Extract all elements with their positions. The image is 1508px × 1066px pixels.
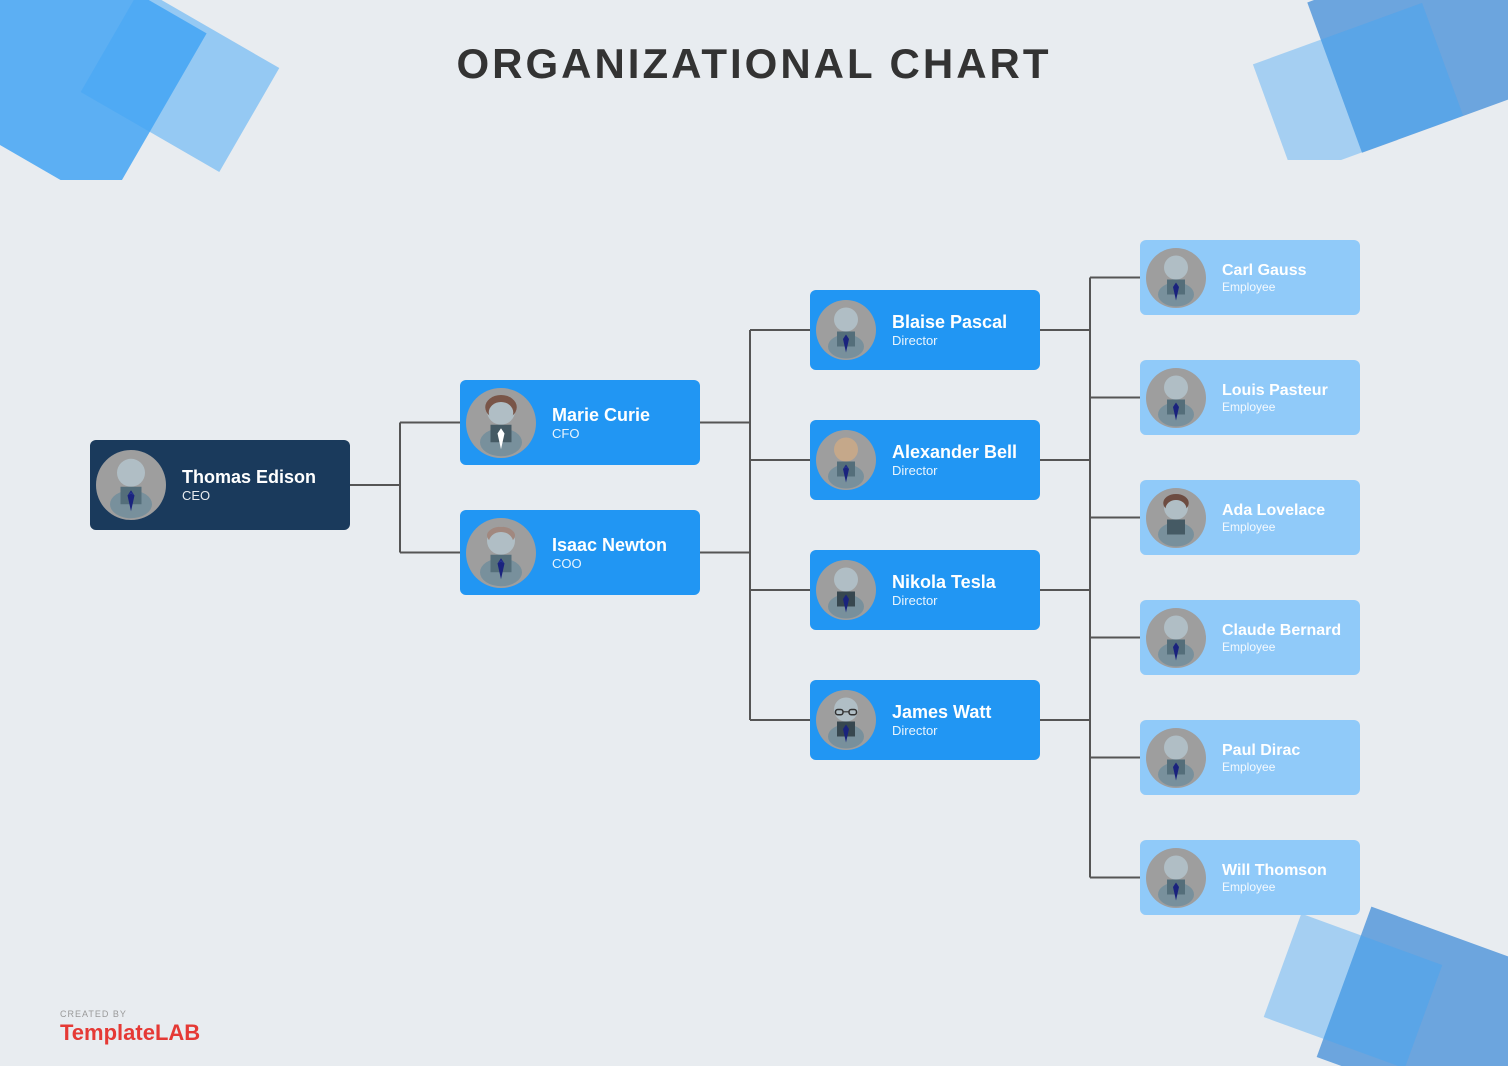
pascal-name: Blaise Pascal: [892, 312, 1007, 333]
dirac-name: Paul Dirac: [1222, 742, 1300, 760]
avatar-gauss: [1146, 248, 1206, 308]
footer-brand: TemplateLAB: [60, 1020, 200, 1046]
footer-created-by: CREATED BY: [60, 1009, 200, 1020]
coo-text: Isaac Newton COO: [542, 535, 667, 571]
avatar-cfo: [466, 388, 536, 458]
person-icon-tesla: [816, 560, 876, 620]
tesla-name: Nikola Tesla: [892, 572, 996, 593]
footer-lab: LAB: [155, 1020, 200, 1045]
thomson-role: Employee: [1222, 880, 1327, 894]
person-icon-bell: [816, 430, 876, 490]
avatar-bell: [816, 430, 876, 490]
lovelace-role: Employee: [1222, 520, 1325, 534]
ceo-text: Thomas Edison CEO: [172, 467, 316, 503]
avatar-thomson: [1146, 848, 1206, 908]
ceo-name: Thomas Edison: [182, 467, 316, 488]
watt-role: Director: [892, 723, 991, 738]
gauss-role: Employee: [1222, 280, 1306, 294]
avatar-pascal: [816, 300, 876, 360]
coo-role: COO: [552, 556, 667, 571]
node-employee-gauss: Carl Gauss Employee: [1140, 240, 1360, 315]
cfo-name: Marie Curie: [552, 405, 650, 426]
bernard-text: Claude Bernard Employee: [1212, 622, 1341, 654]
person-icon-coo: [466, 518, 536, 588]
person-icon-bernard: [1146, 608, 1206, 668]
gauss-text: Carl Gauss Employee: [1212, 262, 1306, 294]
node-employee-pasteur: Louis Pasteur Employee: [1140, 360, 1360, 435]
bell-text: Alexander Bell Director: [882, 442, 1017, 478]
avatar-pasteur: [1146, 368, 1206, 428]
node-employee-thomson: Will Thomson Employee: [1140, 840, 1360, 915]
dirac-role: Employee: [1222, 760, 1300, 774]
footer: CREATED BY TemplateLAB: [60, 1009, 200, 1046]
node-director-pascal: Blaise Pascal Director: [810, 290, 1040, 370]
node-employee-dirac: Paul Dirac Employee: [1140, 720, 1360, 795]
person-icon-thomson: [1146, 848, 1206, 908]
gauss-name: Carl Gauss: [1222, 262, 1306, 280]
avatar-dirac: [1146, 728, 1206, 788]
bernard-role: Employee: [1222, 640, 1341, 654]
watt-name: James Watt: [892, 702, 991, 723]
pasteur-name: Louis Pasteur: [1222, 382, 1328, 400]
lovelace-name: Ada Lovelace: [1222, 502, 1325, 520]
pascal-role: Director: [892, 333, 1007, 348]
bell-name: Alexander Bell: [892, 442, 1017, 463]
node-coo: Isaac Newton COO: [460, 510, 700, 595]
person-icon-pascal: [816, 300, 876, 360]
node-director-tesla: Nikola Tesla Director: [810, 550, 1040, 630]
node-cfo: Marie Curie CFO: [460, 380, 700, 465]
cfo-text: Marie Curie CFO: [542, 405, 650, 441]
avatar-coo: [466, 518, 536, 588]
tesla-text: Nikola Tesla Director: [882, 572, 996, 608]
person-icon-pasteur: [1146, 368, 1206, 428]
main-content: ORGANIZATIONAL CHART Thomas Edison CEO: [0, 0, 1508, 1066]
person-icon-dirac: [1146, 728, 1206, 788]
node-ceo: Thomas Edison CEO: [90, 440, 350, 530]
bell-role: Director: [892, 463, 1017, 478]
pasteur-role: Employee: [1222, 400, 1328, 414]
avatar-ceo: [96, 450, 166, 520]
person-icon-watt: [816, 690, 876, 750]
page-title: ORGANIZATIONAL CHART: [0, 0, 1508, 88]
bernard-name: Claude Bernard: [1222, 622, 1341, 640]
node-director-watt: James Watt Director: [810, 680, 1040, 760]
node-employee-lovelace: Ada Lovelace Employee: [1140, 480, 1360, 555]
tesla-role: Director: [892, 593, 996, 608]
person-icon-cfo: [466, 388, 536, 458]
footer-template: Template: [60, 1020, 155, 1045]
lovelace-text: Ada Lovelace Employee: [1212, 502, 1325, 534]
person-icon-lovelace: [1146, 488, 1206, 548]
footer-branding: CREATED BY TemplateLAB: [60, 1009, 200, 1046]
org-chart: Thomas Edison CEO Marie Curie CFO: [60, 120, 1448, 986]
avatar-tesla: [816, 560, 876, 620]
pascal-text: Blaise Pascal Director: [882, 312, 1007, 348]
pasteur-text: Louis Pasteur Employee: [1212, 382, 1328, 414]
dirac-text: Paul Dirac Employee: [1212, 742, 1300, 774]
node-employee-bernard: Claude Bernard Employee: [1140, 600, 1360, 675]
person-icon-ceo: [96, 450, 166, 520]
coo-name: Isaac Newton: [552, 535, 667, 556]
thomson-name: Will Thomson: [1222, 862, 1327, 880]
thomson-text: Will Thomson Employee: [1212, 862, 1327, 894]
avatar-watt: [816, 690, 876, 750]
avatar-bernard: [1146, 608, 1206, 668]
ceo-role: CEO: [182, 488, 316, 503]
person-icon-gauss: [1146, 248, 1206, 308]
cfo-role: CFO: [552, 426, 650, 441]
node-director-bell: Alexander Bell Director: [810, 420, 1040, 500]
watt-text: James Watt Director: [882, 702, 991, 738]
avatar-lovelace: [1146, 488, 1206, 548]
